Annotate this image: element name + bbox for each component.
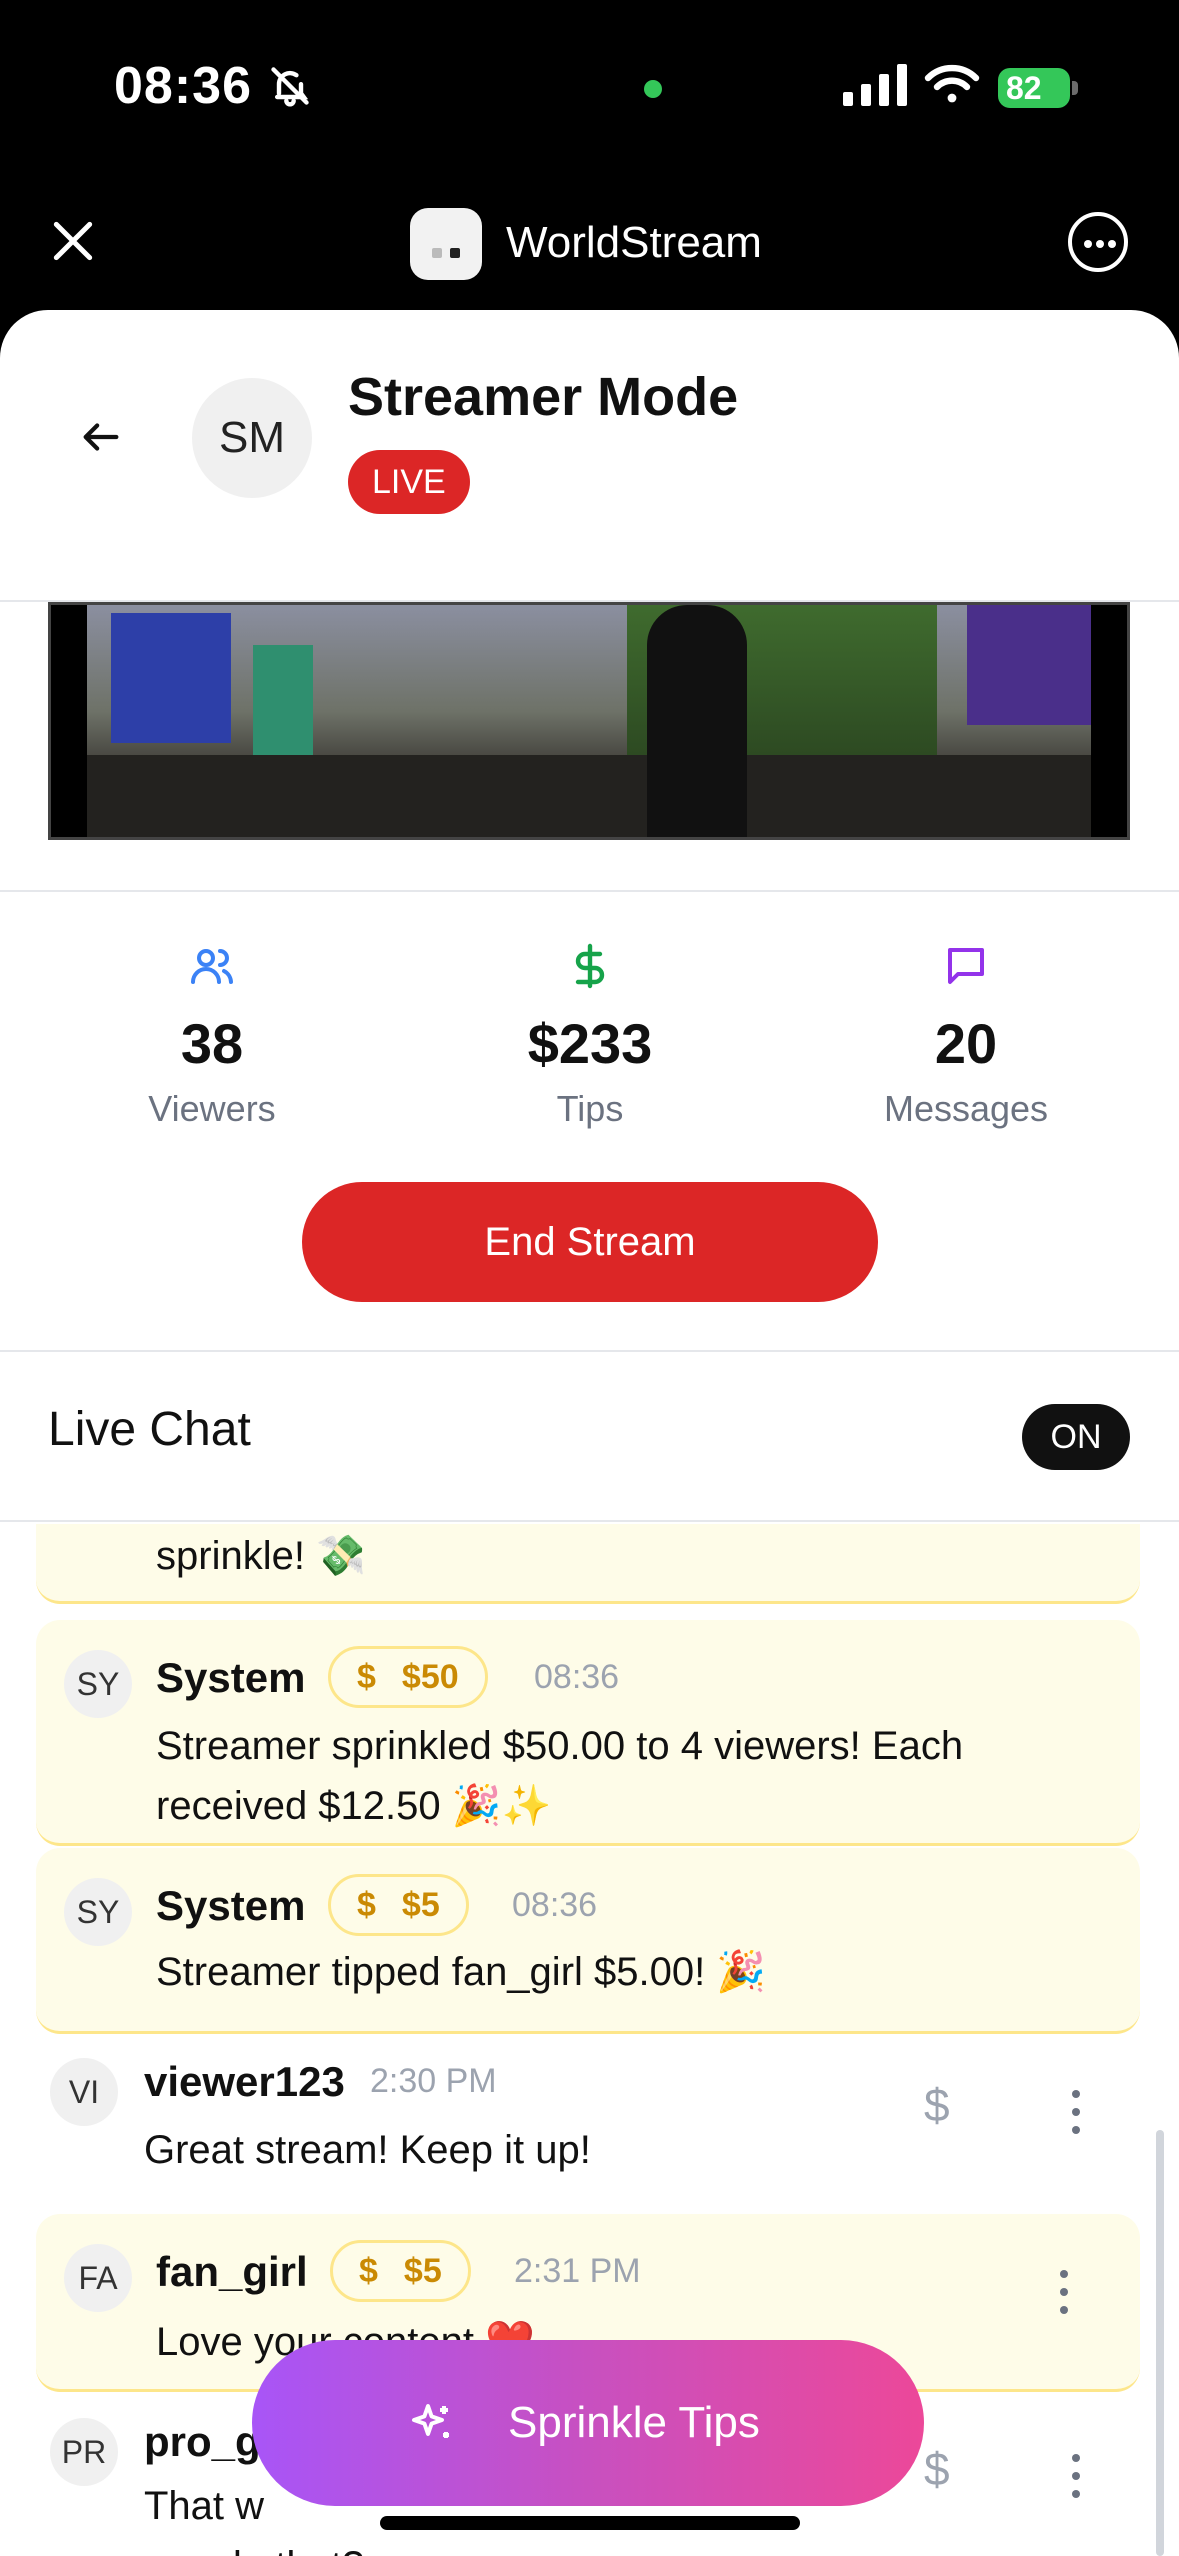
tip-user-button[interactable]: $ — [924, 2442, 950, 2496]
message-menu-icon[interactable] — [1058, 2270, 1070, 2314]
status-time: 08:36 — [114, 57, 252, 115]
message-menu-icon[interactable] — [1070, 2454, 1082, 2498]
tip-amount: $50 — [401, 1658, 459, 1696]
wifi-icon — [924, 64, 980, 103]
chat-message: sprinkle! 💸 — [36, 1524, 1140, 1604]
chat-message: VI viewer123 2:30 PM Great stream! Keep … — [36, 2038, 1140, 2208]
end-stream-button[interactable]: End Stream — [302, 1182, 878, 1302]
avatar: SY — [64, 1650, 132, 1718]
battery-tip — [1072, 81, 1078, 95]
video-preview-section — [0, 602, 1179, 892]
status-bar: 08:36 82 — [0, 0, 1179, 180]
chat-message: SY System $ $5 08:36 Streamer tipped fan_… — [36, 1848, 1140, 2034]
stat-viewers: 38 Viewers — [62, 942, 362, 1130]
avatar: PR — [50, 2418, 118, 2486]
message-username[interactable]: fan_girl — [156, 2248, 308, 2296]
sprinkle-tips-label: Sprinkle Tips — [508, 2398, 760, 2447]
message-text: Great stream! Keep it up! — [144, 2128, 591, 2172]
stream-stats: 38 Viewers $233 Tips 20 Messages End Str… — [0, 892, 1179, 1352]
message-username[interactable]: pro_g — [144, 2418, 261, 2466]
bell-off-icon — [271, 67, 309, 107]
close-icon[interactable] — [48, 216, 98, 266]
app-chrome: WorldStream — [0, 180, 1179, 310]
messages-label: Messages — [883, 1088, 1049, 1129]
dollar-icon: $ — [359, 2252, 378, 2290]
tip-badge: $ $5 — [328, 1874, 469, 1936]
sparkles-icon — [412, 2404, 449, 2438]
message-username[interactable]: viewer123 — [144, 2058, 345, 2106]
live-badge: LIVE — [348, 450, 470, 514]
app-name: WorldStream — [506, 218, 762, 267]
video-frame-image — [87, 605, 1091, 837]
tip-amount: $5 — [403, 2252, 442, 2290]
main-sheet: SM Streamer Mode LIVE 38 Viewers $233 Ti… — [0, 310, 1179, 2556]
stat-tips: $233 Tips — [440, 942, 740, 1130]
tips-total: $233 — [527, 1012, 653, 1075]
stream-header: SM Streamer Mode LIVE — [0, 310, 1179, 602]
page-title: Streamer Mode — [348, 367, 739, 427]
app-icon — [410, 208, 482, 280]
stat-messages: 20 Messages — [816, 942, 1116, 1130]
video-preview[interactable] — [48, 602, 1130, 840]
messages-count: 20 — [934, 1012, 998, 1075]
viewers-count: 38 — [180, 1012, 244, 1075]
dollar-icon: $ — [357, 1886, 376, 1924]
dollar-icon — [575, 943, 605, 989]
message-time: 08:36 — [512, 1886, 598, 1924]
camera-indicator — [644, 80, 662, 98]
back-arrow-icon[interactable] — [78, 414, 124, 460]
message-icon — [948, 948, 984, 984]
message-text: Streamer sprinkled $50.00 to 4 viewers! … — [156, 1724, 964, 1828]
home-indicator[interactable] — [380, 2516, 800, 2530]
avatar: FA — [64, 2244, 132, 2312]
live-chat-header: Live Chat ON — [0, 1352, 1179, 1522]
battery-level: 82 — [998, 68, 1070, 108]
tip-amount: $5 — [401, 1886, 440, 1924]
live-chat-title: Live Chat — [48, 1403, 251, 1456]
more-options-icon[interactable] — [1068, 212, 1128, 272]
streamer-avatar: SM — [192, 378, 312, 498]
message-time: 2:31 PM — [514, 2252, 641, 2290]
tips-label: Tips — [556, 1088, 624, 1129]
tip-badge: $ $5 — [330, 2240, 471, 2302]
tip-user-button[interactable]: $ — [924, 2078, 950, 2132]
avatar: SY — [64, 1878, 132, 1946]
message-time: 2:30 PM — [370, 2062, 497, 2100]
message-text: Streamer tipped fan_girl $5.00! 🎉 — [156, 1950, 767, 1994]
message-username[interactable]: System — [156, 1882, 305, 1930]
message-username[interactable]: System — [156, 1654, 305, 1702]
viewers-label: Viewers — [148, 1088, 276, 1129]
sprinkle-tips-button[interactable]: Sprinkle Tips — [252, 2340, 924, 2506]
dollar-icon: $ — [357, 1658, 376, 1696]
avatar: VI — [50, 2058, 118, 2126]
message-menu-icon[interactable] — [1070, 2090, 1082, 2134]
message-text: That w — [144, 2484, 265, 2528]
message-text-line2: you do that? — [144, 2536, 364, 2556]
chat-toggle[interactable]: ON — [1022, 1404, 1130, 1470]
message-time: 08:36 — [534, 1658, 620, 1696]
battery-indicator: 82 — [998, 68, 1080, 108]
message-text: sprinkle! 💸 — [156, 1534, 366, 1578]
tip-badge: $ $50 — [328, 1646, 488, 1708]
cellular-signal-icon — [843, 64, 907, 106]
users-icon — [191, 949, 233, 984]
chat-message: SY System $ $50 08:36 Streamer sprinkled … — [36, 1620, 1140, 1846]
chat-scrollbar[interactable] — [1156, 2130, 1164, 2556]
